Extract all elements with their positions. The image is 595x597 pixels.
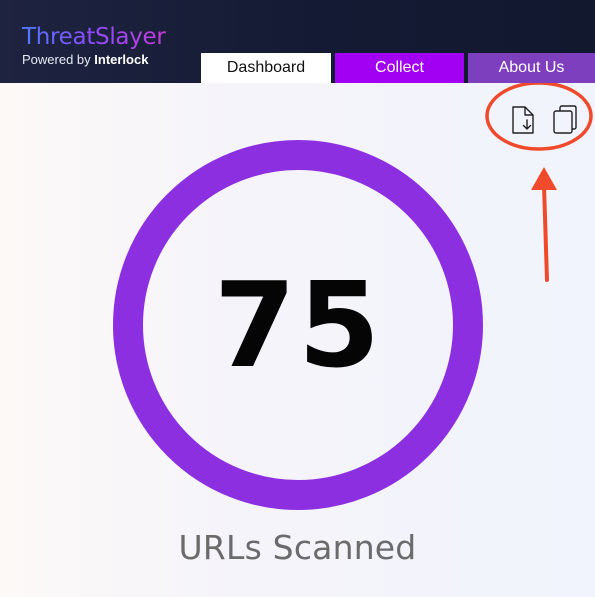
copy-icon xyxy=(553,105,577,134)
brand-title: ThreatSlayer xyxy=(22,24,166,50)
brand-subtitle-strong: Interlock xyxy=(94,52,149,67)
scanned-count: 75 xyxy=(213,256,383,394)
brand-subtitle: Powered by Interlock xyxy=(22,52,166,67)
pointer-arrow-shaft xyxy=(542,183,549,282)
tab-about-us[interactable]: About Us xyxy=(468,53,595,83)
scanned-label: URLs Scanned xyxy=(178,528,417,567)
download-button[interactable] xyxy=(509,105,537,135)
pointer-arrow-head xyxy=(531,167,557,190)
brand-subtitle-prefix: Powered by xyxy=(22,52,95,67)
app-header: ThreatSlayer Powered by Interlock Dashbo… xyxy=(0,0,595,83)
copy-button[interactable] xyxy=(551,105,579,135)
tab-dashboard[interactable]: Dashboard xyxy=(201,53,331,83)
brand-logo: ThreatSlayer Powered by Interlock xyxy=(22,24,166,67)
tab-collect[interactable]: Collect xyxy=(335,53,464,83)
nav-tabs: Dashboard Collect About Us xyxy=(201,53,595,83)
toolbar xyxy=(509,105,579,135)
dashboard-panel: 75 URLs Scanned xyxy=(0,83,595,597)
download-file-icon xyxy=(512,106,534,134)
